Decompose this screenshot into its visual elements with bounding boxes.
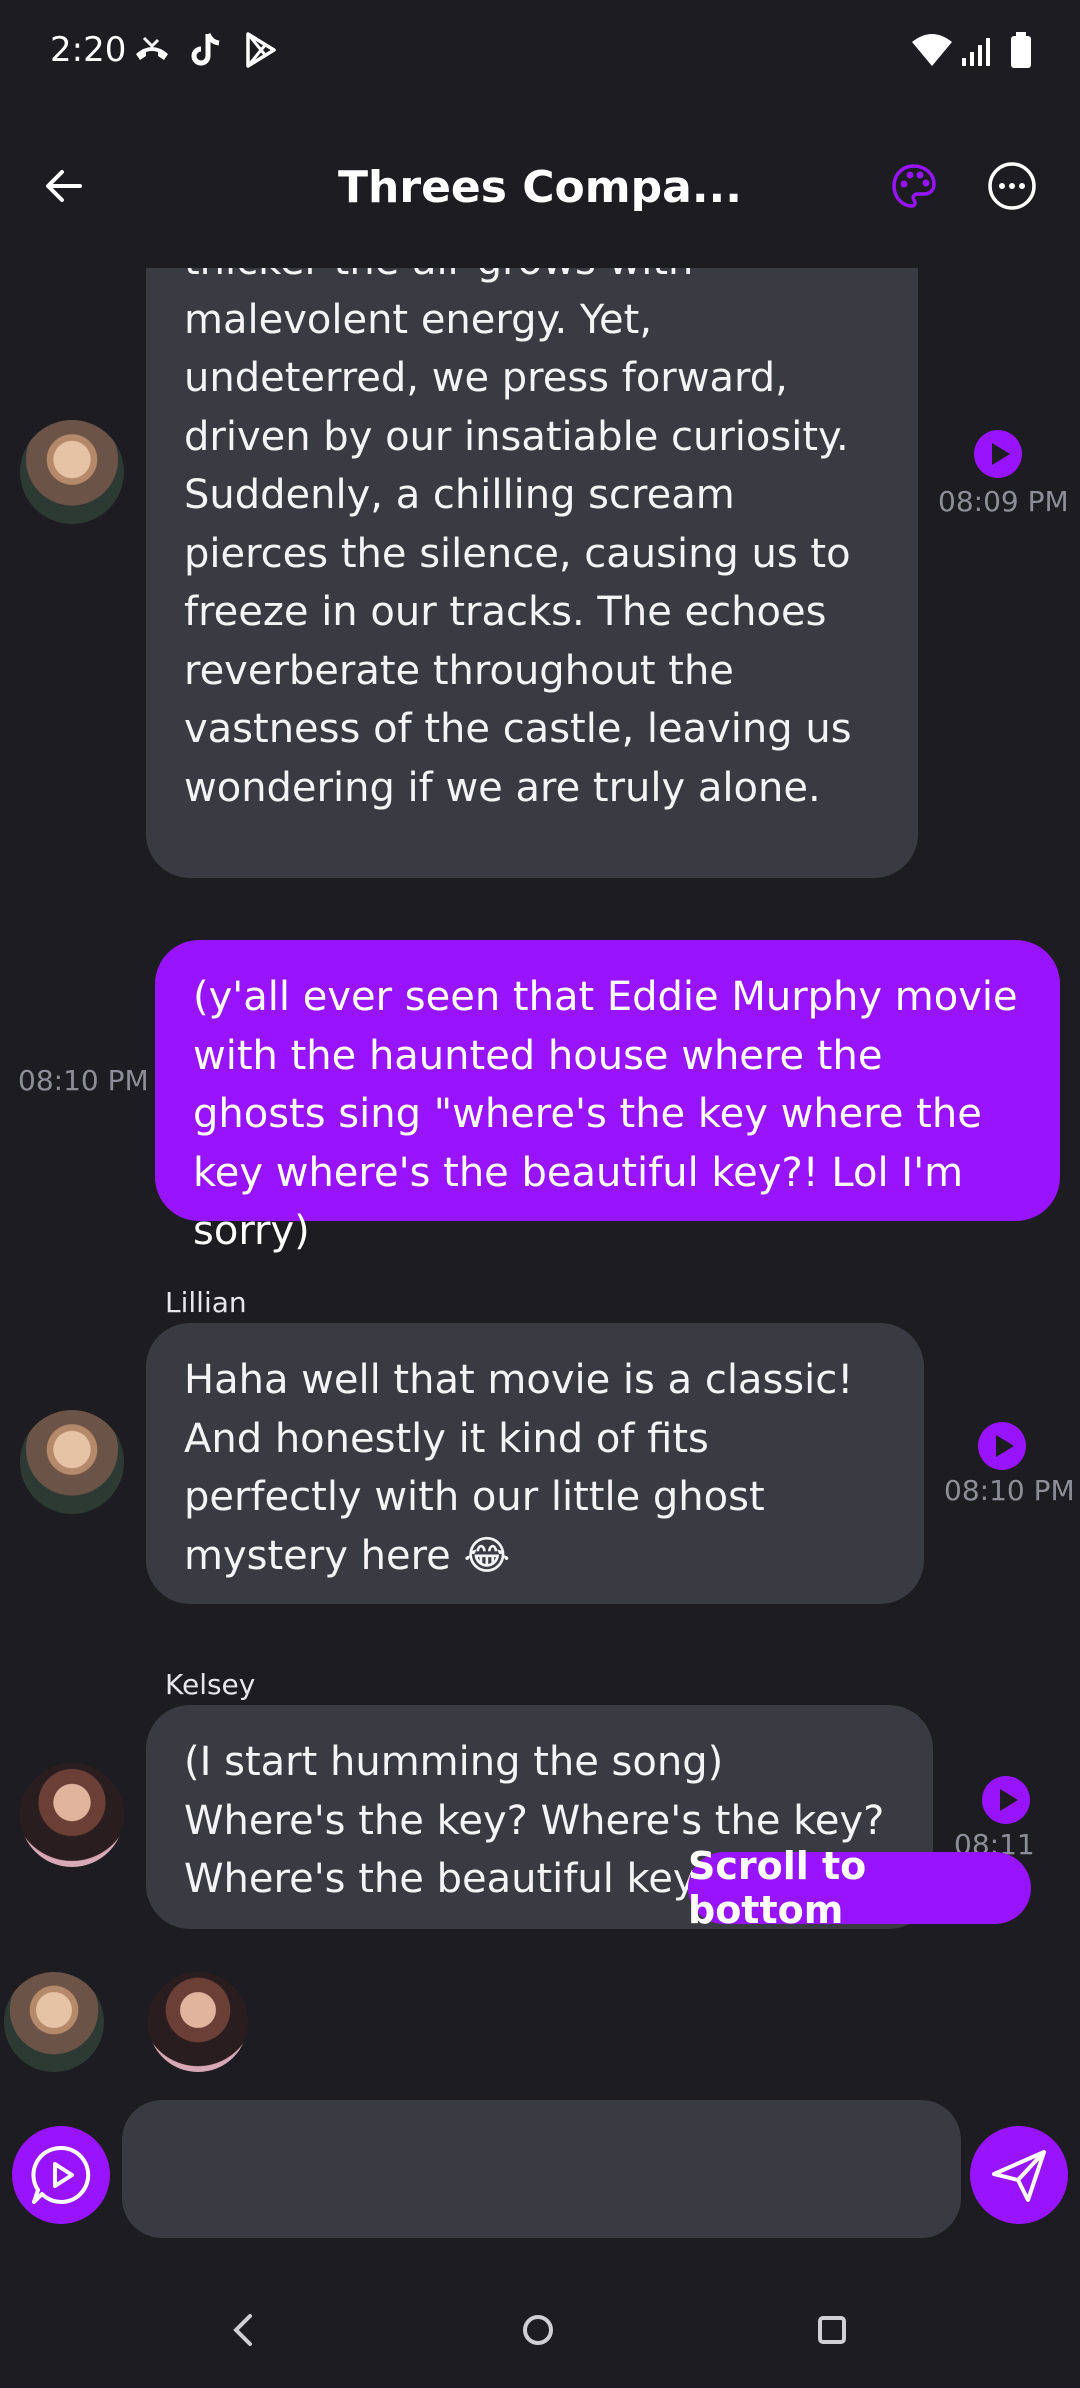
message-text: thicker the air grows with malevolent en…: [184, 238, 852, 811]
sender-name: Kelsey: [165, 1668, 256, 1701]
message-input[interactable]: [122, 2100, 961, 2238]
message-bubble: thicker the air grows with malevolent en…: [146, 238, 918, 878]
nav-back-icon[interactable]: [214, 2300, 274, 2360]
message-time: 08:10 PM: [18, 1064, 149, 1097]
avatar-lillian[interactable]: [20, 1410, 124, 1514]
voice-message-button[interactable]: [12, 2126, 110, 2224]
signal-icon: [962, 38, 990, 66]
play-store-icon: [246, 32, 276, 68]
participant-avatar-lillian[interactable]: [4, 1972, 104, 2072]
message-bubble: Haha well that movie is a classic! And h…: [146, 1323, 924, 1604]
status-time: 2:20: [50, 30, 127, 70]
tiktok-icon: [191, 33, 220, 66]
avatar-kelsey[interactable]: [20, 1763, 124, 1867]
message-time: 08:09 PM: [938, 485, 1069, 518]
missed-call-icon: [136, 36, 168, 60]
chat-header-overlay: Threes Compa...: [0, 140, 1080, 250]
play-audio-icon[interactable]: [978, 1422, 1026, 1470]
more-options-icon[interactable]: [986, 160, 1038, 212]
nav-home-icon[interactable]: [508, 2300, 568, 2360]
palette-icon[interactable]: [890, 162, 938, 210]
participant-avatar-kelsey[interactable]: [148, 1972, 248, 2072]
avatar-lillian[interactable]: [20, 420, 124, 524]
nav-recents-icon[interactable]: [802, 2300, 862, 2360]
play-audio-icon[interactable]: [974, 430, 1022, 478]
message-text: (y'all ever seen that Eddie Murphy movie…: [193, 974, 1018, 1254]
message-bubble-user: (y'all ever seen that Eddie Murphy movie…: [155, 940, 1060, 1254]
send-button[interactable]: [970, 2126, 1068, 2224]
voice-chat-icon: [31, 2145, 91, 2204]
send-icon: [992, 2150, 1046, 2202]
play-audio-icon[interactable]: [982, 1776, 1030, 1824]
message-time: 08:10 PM: [944, 1474, 1075, 1507]
battery-icon: [1011, 32, 1031, 68]
scroll-to-bottom-button[interactable]: Scroll to bottom: [688, 1844, 1031, 1932]
sender-name: Lillian: [165, 1286, 247, 1319]
message-text: Haha well that movie is a classic! And h…: [184, 1357, 854, 1579]
status-bar: 2:20: [0, 0, 1080, 110]
wifi-icon: [912, 34, 952, 66]
